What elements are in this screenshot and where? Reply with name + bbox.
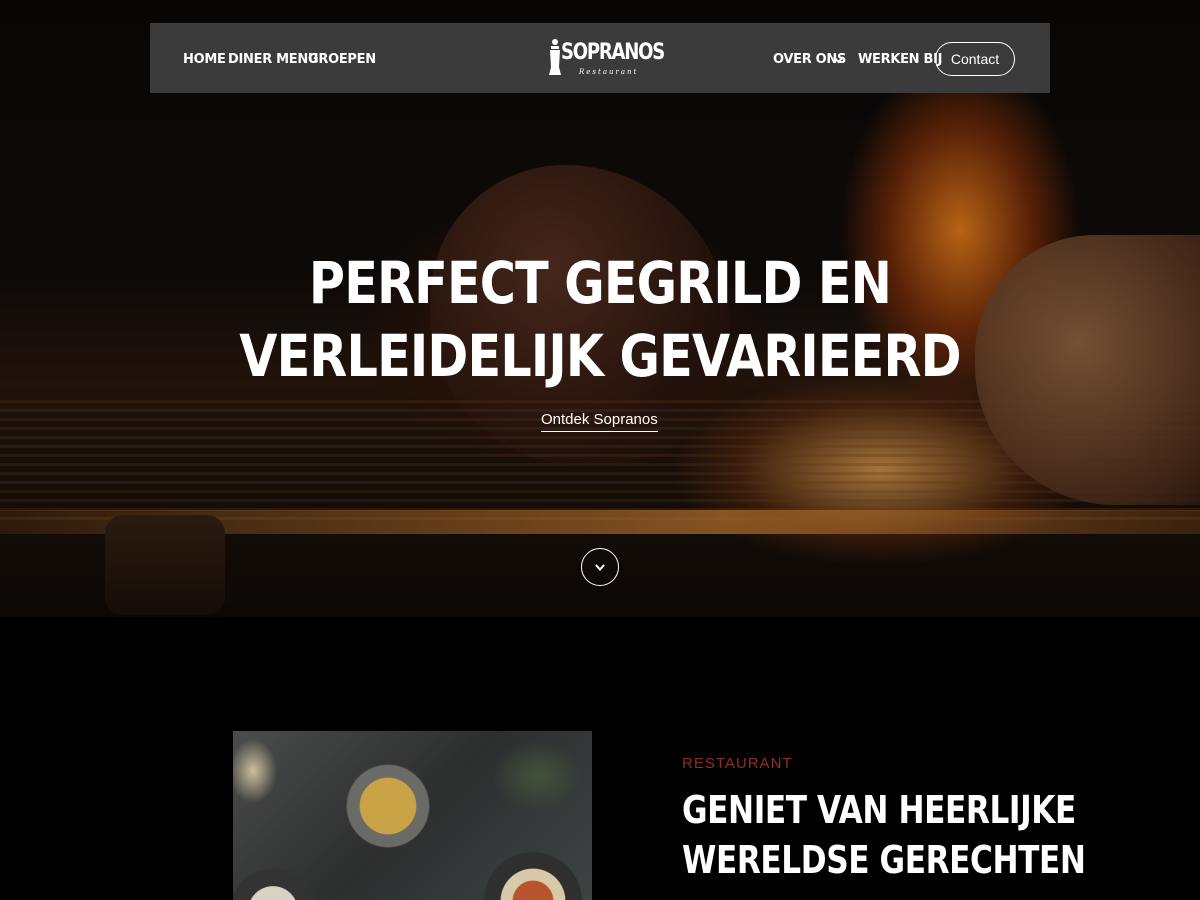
contact-button[interactable]: Contact [935, 42, 1015, 76]
hero-headline: PERFECT GEGRILD EN VERLEIDELIJK GEVARIEE… [0, 247, 1200, 393]
scroll-down-button[interactable] [581, 548, 619, 586]
hero-headline-line1: PERFECT GEGRILD EN [308, 249, 892, 317]
ontdek-sopranos-link[interactable]: Ontdek Sopranos [541, 411, 658, 432]
section-title-line1: GENIET VAN HEERLIJKE [682, 788, 1076, 832]
nav-werken-bij-link[interactable]: WERKEN BIJ [858, 52, 942, 67]
logo-wordmark: SOPRANOS [561, 40, 665, 65]
nav-diner-menu-link[interactable]: DINER MENU [228, 52, 318, 67]
section-eyebrow: RESTAURANT [682, 755, 793, 772]
section-title: GENIET VAN HEERLIJKE WERELDSE GERECHTEN [682, 785, 1174, 885]
nav-home-link[interactable]: HOME [183, 52, 226, 67]
hero-section: HOME DINER MENU GROEPEN SOPRANOS Restaur… [0, 0, 1200, 617]
herb-garnish [493, 741, 583, 811]
nav-groepen-link[interactable]: GROEPEN [308, 52, 376, 67]
section-title-line2: WERELDSE GERECHTEN [682, 838, 1086, 882]
hero-headline-line2: VERLEIDELIJK GEVARIEERD [239, 322, 961, 390]
logo-subtitle: Restaurant [579, 68, 639, 76]
main-navigation: HOME DINER MENU GROEPEN SOPRANOS Restaur… [150, 23, 1050, 93]
chevron-down-icon[interactable] [832, 53, 845, 66]
sopranos-logo[interactable]: SOPRANOS Restaurant [545, 35, 665, 81]
food-dishes-image [233, 731, 592, 900]
scroll-down-icon [595, 564, 605, 572]
